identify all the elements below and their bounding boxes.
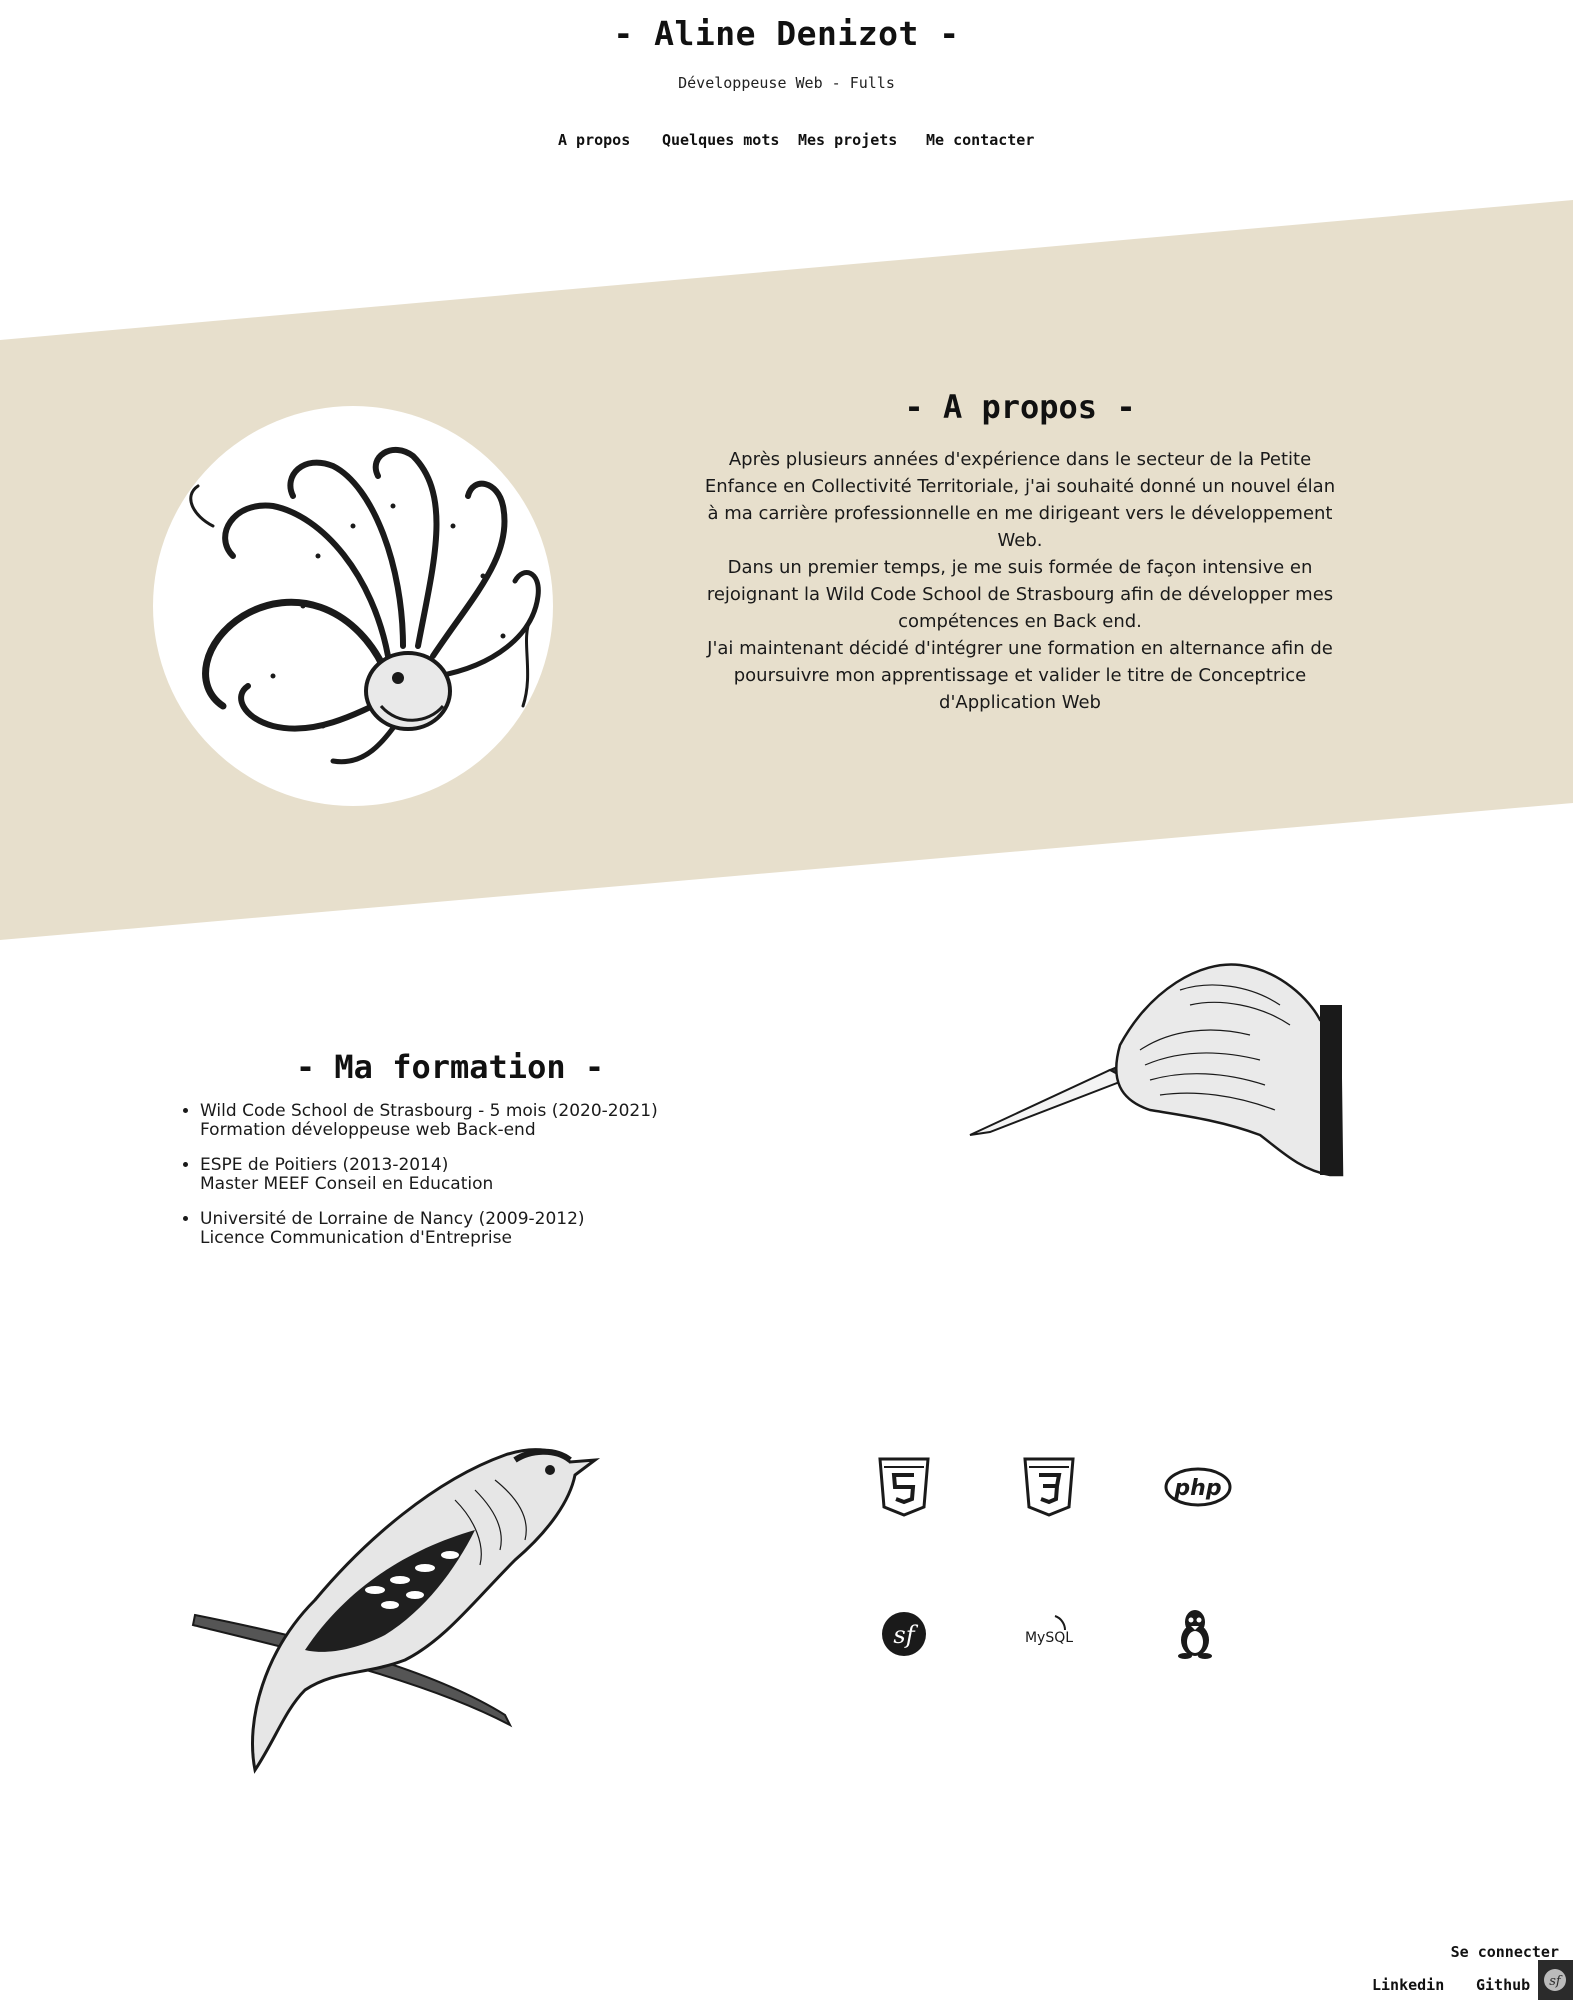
formation-detail: Licence Communication d'Entreprise bbox=[200, 1228, 512, 1248]
linkedin-link[interactable]: Linkedin bbox=[1372, 1976, 1444, 1994]
formation-detail: Formation développeuse web Back-end bbox=[200, 1120, 536, 1140]
php-label: php bbox=[1173, 1476, 1221, 1501]
nav-item-mes-projets[interactable]: Mes projets bbox=[798, 131, 897, 149]
bird-illustration bbox=[191, 1448, 601, 1774]
about-paragraph: Après plusieurs années d'expérience dans… bbox=[704, 449, 1336, 551]
site-subtitle: Développeuse Web - Fulls bbox=[678, 74, 895, 92]
about-paragraph: J'ai maintenant décidé d'intégrer une fo… bbox=[707, 638, 1333, 713]
octopus-illustration bbox=[153, 406, 553, 806]
hand-scalpel-illustration bbox=[969, 963, 1344, 1177]
about-text: Après plusieurs années d'expérience dans… bbox=[700, 446, 1340, 716]
about-title: - A propos - bbox=[904, 388, 1136, 426]
nav-item-quelques-mots[interactable]: Quelques mots bbox=[662, 131, 779, 149]
formation-school: ESPE de Poitiers (2013-2014) bbox=[200, 1155, 449, 1175]
php-icon: php bbox=[1163, 1455, 1233, 1519]
formation-item: Université de Lorraine de Nancy (2009-20… bbox=[200, 1210, 720, 1248]
symfony-icon: sf bbox=[872, 1602, 936, 1666]
symfony-toolbar-toggle[interactable]: sf bbox=[1538, 1960, 1573, 2000]
formation-item: Wild Code School de Strasbourg - 5 mois … bbox=[200, 1102, 720, 1140]
nav-item-me-contacter[interactable]: Me contacter bbox=[926, 131, 1034, 149]
mysql-icon: MySQL bbox=[1017, 1602, 1081, 1666]
formation-detail: Master MEEF Conseil en Education bbox=[200, 1174, 494, 1194]
login-link[interactable]: Se connecter bbox=[1451, 1943, 1559, 1961]
nav-item-a-propos[interactable]: A propos bbox=[558, 131, 630, 149]
css3-icon bbox=[1017, 1455, 1081, 1519]
linux-icon bbox=[1163, 1602, 1227, 1666]
github-link[interactable]: Github bbox=[1476, 1976, 1530, 1994]
formation-school: Wild Code School de Strasbourg - 5 mois … bbox=[200, 1101, 658, 1121]
formation-item: ESPE de Poitiers (2013-2014) Master MEEF… bbox=[200, 1156, 720, 1194]
about-paragraph: Dans un premier temps, je me suis formée… bbox=[706, 557, 1334, 632]
site-title: - Aline Denizot - bbox=[613, 14, 960, 53]
formation-title: - Ma formation - bbox=[295, 1048, 605, 1086]
mysql-label: MySQL bbox=[1025, 1630, 1073, 1646]
html5-icon bbox=[872, 1455, 936, 1519]
formation-list: Wild Code School de Strasbourg - 5 mois … bbox=[178, 1102, 720, 1264]
formation-school: Université de Lorraine de Nancy (2009-20… bbox=[200, 1209, 585, 1229]
